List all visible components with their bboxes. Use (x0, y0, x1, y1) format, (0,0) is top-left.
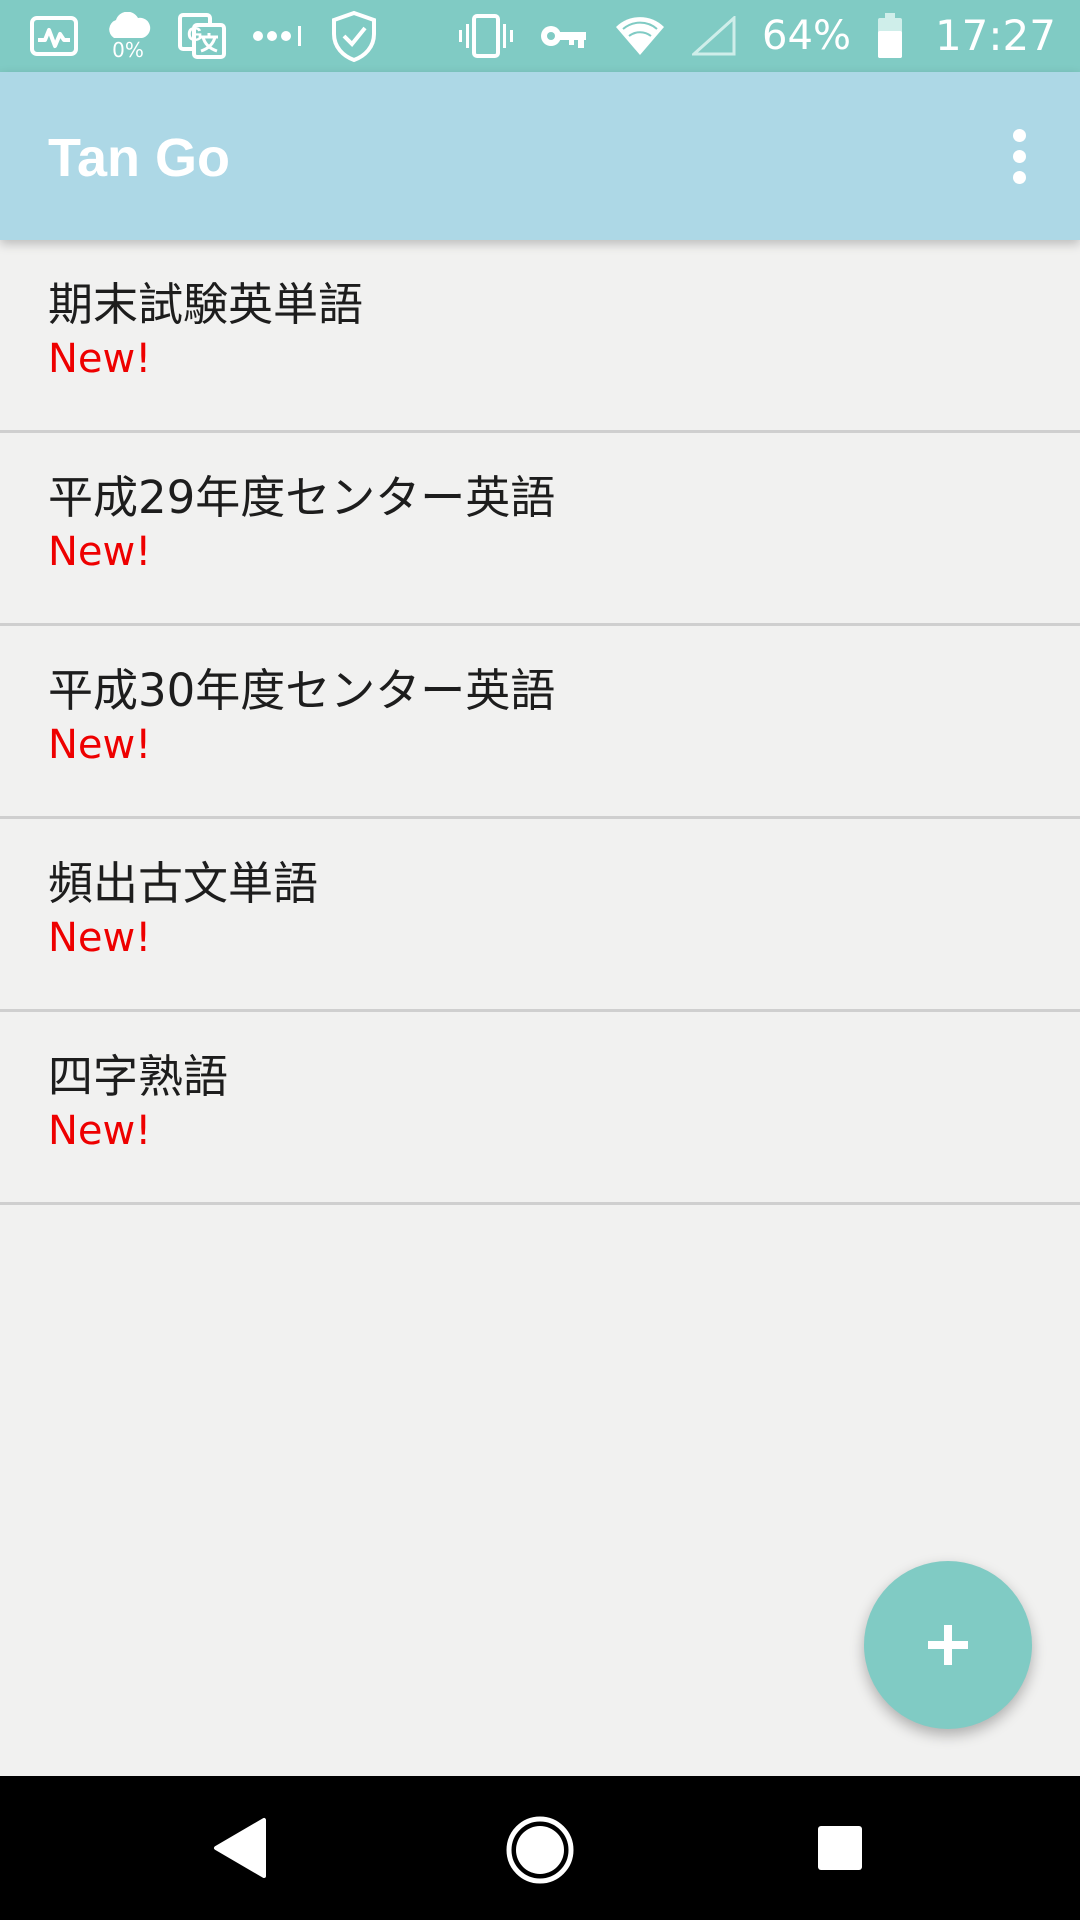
home-button[interactable] (496, 1806, 584, 1894)
status-bar: 0% G 64% 17:27 (0, 0, 1080, 72)
list-item[interactable]: 四字熟語 New! (0, 1012, 1080, 1205)
svg-text:G: G (187, 24, 203, 46)
new-badge: New! (48, 722, 152, 768)
shield-check-icon (330, 10, 378, 62)
list-item[interactable]: 期末試験英単語 New! (0, 240, 1080, 433)
new-badge: New! (48, 1108, 152, 1154)
list-item[interactable]: 平成30年度センター英語 New! (0, 626, 1080, 819)
data-saver-icon: 0% (104, 12, 152, 60)
translate-icon: G (178, 13, 226, 59)
list-item-title: 頻出古文単語 (48, 857, 319, 910)
recents-icon (818, 1826, 862, 1870)
more-vert-icon[interactable] (984, 120, 1054, 192)
home-icon (506, 1816, 574, 1884)
more-dots-icon (252, 26, 304, 46)
list-item-title: 平成29年度センター英語 (48, 471, 556, 524)
new-badge: New! (48, 915, 152, 961)
data-saver-text: 0% (112, 38, 144, 62)
vibrate-icon (458, 14, 514, 58)
navigation-bar (0, 1776, 1080, 1920)
new-badge: New! (48, 336, 152, 382)
cell-signal-icon (692, 16, 736, 56)
list-item-title: 平成30年度センター英語 (48, 664, 556, 717)
list-item[interactable]: 頻出古文単語 New! (0, 819, 1080, 1012)
status-bar-right: 64% 17:27 (458, 13, 1056, 59)
back-icon (214, 1818, 266, 1878)
back-button[interactable] (200, 1808, 280, 1888)
vpn-key-icon (540, 22, 588, 50)
plus-icon (928, 1625, 968, 1665)
activity-monitor-icon (30, 16, 78, 56)
new-badge: New! (48, 529, 152, 575)
battery-percent: 64% (762, 13, 851, 59)
list-item-title: 期末試験英単語 (48, 278, 364, 331)
app-title: Tan Go (48, 128, 230, 188)
add-button[interactable] (864, 1561, 1032, 1729)
recents-button[interactable] (800, 1808, 880, 1888)
clock: 17:27 (934, 11, 1056, 60)
list-item-title: 四字熟語 (48, 1050, 229, 1103)
app-bar: Tan Go (0, 72, 1080, 240)
list-item[interactable]: 平成29年度センター英語 New! (0, 433, 1080, 626)
wordbook-list: 期末試験英単語 New! 平成29年度センター英語 New! 平成30年度センタ… (0, 240, 1080, 1205)
status-bar-left: 0% G (30, 10, 378, 62)
battery-icon (877, 13, 903, 59)
wifi-icon (614, 15, 666, 57)
